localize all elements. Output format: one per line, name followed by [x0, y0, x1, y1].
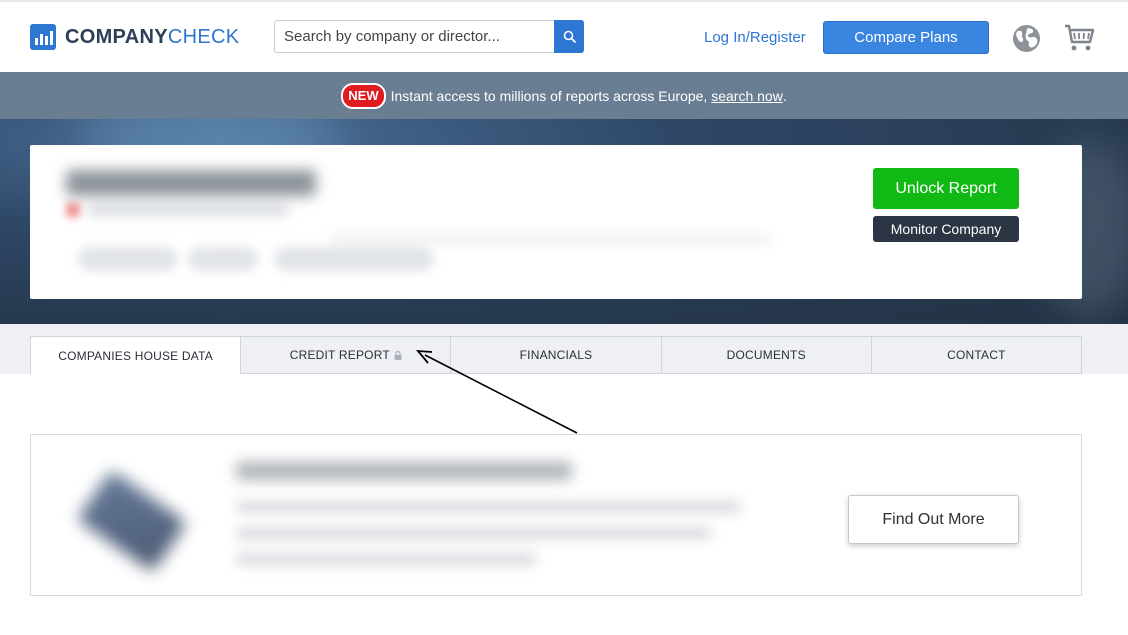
tag-blurred: [188, 247, 258, 271]
tab-credit-report[interactable]: CREDIT REPORT: [240, 336, 451, 374]
promo-text-blurred: [236, 553, 536, 565]
tab-documents[interactable]: DOCUMENTS: [660, 336, 871, 374]
company-name-blurred: [66, 170, 316, 196]
promo-text-blurred: [236, 527, 711, 539]
promo-title-blurred: [236, 462, 572, 480]
search-icon: [563, 30, 576, 43]
credit-report-promo: Find Out More: [30, 434, 1082, 596]
unlock-report-button[interactable]: Unlock Report: [873, 168, 1019, 209]
banner-text: Instant access to millions of reports ac…: [390, 87, 708, 104]
new-badge: NEW: [341, 82, 386, 109]
company-details-blurred: [330, 235, 770, 243]
logo-text: COMPANYCHECK: [65, 26, 240, 48]
banner-end: .: [782, 87, 787, 104]
status-dot-blurred: [66, 203, 80, 217]
tab-contact[interactable]: CONTACT: [870, 336, 1083, 374]
monitor-company-button[interactable]: Monitor Company: [873, 216, 1019, 242]
find-out-more-button[interactable]: Find Out More: [848, 495, 1019, 544]
company-status-blurred: [88, 205, 288, 215]
report-image-blurred: [77, 470, 187, 572]
search-input[interactable]: [275, 21, 553, 52]
search-box: [274, 20, 584, 53]
tag-blurred: [78, 247, 178, 271]
promo-text-blurred: [236, 501, 741, 513]
shopping-cart-icon[interactable]: [1063, 22, 1095, 54]
compare-plans-button[interactable]: Compare Plans: [823, 21, 989, 54]
logo-chart-icon: [30, 24, 56, 50]
tab-companies-house-data[interactable]: COMPANIES HOUSE DATA: [30, 336, 241, 374]
search-now-link[interactable]: search now: [711, 88, 783, 104]
lock-icon: [394, 350, 402, 360]
company-check-logo[interactable]: COMPANYCHECK: [30, 24, 239, 50]
globe-icon[interactable]: [1012, 24, 1041, 53]
search-button[interactable]: [554, 20, 584, 53]
promo-banner: NEW Instant access to millions of report…: [0, 72, 1128, 119]
login-register-link[interactable]: Log In/Register: [704, 29, 806, 46]
report-tabs: COMPANIES HOUSE DATA CREDIT REPORT FINAN…: [30, 336, 1083, 374]
company-summary-card: Unlock Report Monitor Company: [30, 145, 1082, 299]
site-header: COMPANYCHECK Log In/Register Compare Pla…: [0, 2, 1128, 72]
tag-blurred: [274, 247, 434, 271]
tab-financials[interactable]: FINANCIALS: [450, 336, 661, 374]
